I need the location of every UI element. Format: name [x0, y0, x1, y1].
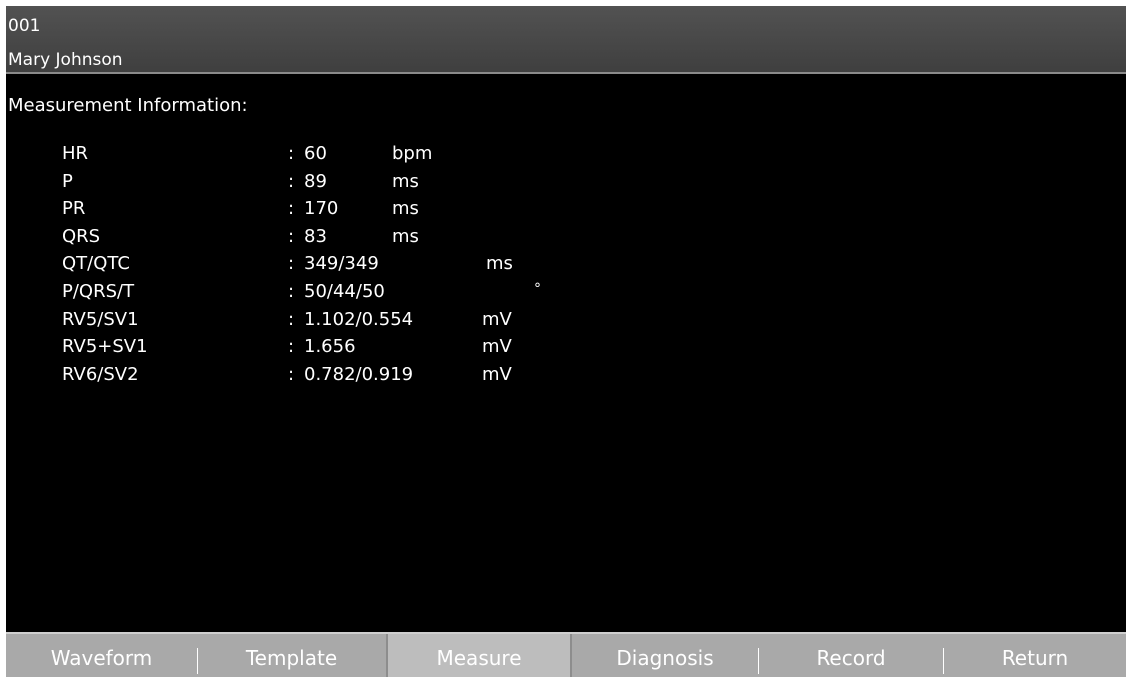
measurement-label: PR: [62, 198, 86, 220]
measurement-label: RV5+SV1: [62, 336, 148, 358]
tab-measure[interactable]: Measure: [386, 634, 572, 677]
measurement-colon: :: [288, 253, 295, 275]
patient-id: 001: [8, 16, 41, 36]
measurement-row-axis: P/QRS/T : 50/44/50 °: [6, 278, 1126, 306]
tab-template[interactable]: Template: [198, 634, 385, 677]
measurement-colon: :: [288, 280, 295, 302]
measurement-unit: mV: [482, 308, 512, 330]
measurement-label: QRS: [62, 225, 101, 247]
measurement-colon: :: [288, 143, 295, 164]
measurement-row-hr: HR : 60 bpm: [6, 140, 1126, 168]
measurement-unit: ms: [392, 170, 419, 192]
measurement-colon: :: [288, 336, 295, 358]
bottom-toolbar: Waveform Template Measure Diagnosis Reco…: [6, 632, 1126, 677]
measurement-label: QT/QTC: [62, 253, 130, 275]
measurement-label: HR: [62, 143, 89, 164]
measurement-label: RV5/SV1: [62, 308, 139, 330]
measurement-label: RV6/SV2: [62, 363, 139, 385]
measurement-unit: bpm: [392, 143, 433, 164]
patient-header: 001 Mary Johnson: [6, 6, 1126, 74]
measurement-colon: :: [288, 308, 295, 330]
measurement-row-rv5-sv1: RV5/SV1 : 1.102/0.554 mV: [6, 306, 1126, 334]
measurement-value: 170: [304, 198, 339, 220]
measurement-value: 1.102/0.554: [304, 308, 414, 330]
measurement-row-p: P : 89 ms: [6, 168, 1126, 196]
measurement-unit: ms: [392, 198, 419, 220]
tab-diagnosis[interactable]: Diagnosis: [572, 634, 758, 677]
measurement-colon: :: [288, 170, 295, 192]
measurement-value: 83: [304, 225, 327, 247]
measurement-row-rv5-plus-sv1: RV5+SV1 : 1.656 mV: [6, 333, 1126, 361]
measurement-row-rv6-sv2: RV6/SV2 : 0.782/0.919 mV: [6, 361, 1126, 389]
section-title: Measurement Information:: [8, 95, 248, 116]
measurement-row-pr: PR : 170 ms: [6, 195, 1126, 223]
measurement-list: HR : 60 bpm P : 89 ms PR : 170 ms QRS : …: [6, 140, 1126, 388]
measurement-value: 60: [304, 143, 327, 164]
measurement-colon: :: [288, 363, 295, 385]
measurement-value: 349/349: [304, 253, 379, 275]
measurement-unit: mV: [482, 336, 512, 358]
measurement-value: 89: [304, 170, 327, 192]
measurement-value: 50/44/50: [304, 280, 385, 302]
degree-icon: °: [534, 280, 541, 297]
measurement-row-qt-qtc: QT/QTC : 349/349 ms: [6, 250, 1126, 278]
ecg-screen: 001 Mary Johnson Measurement Information…: [6, 6, 1126, 677]
measurement-value: 1.656: [304, 336, 356, 358]
measurement-colon: :: [288, 198, 295, 220]
measurement-label: P/QRS/T: [62, 280, 135, 302]
measurement-unit: ms: [392, 225, 419, 247]
tab-return[interactable]: Return: [944, 634, 1126, 677]
measurement-value: 0.782/0.919: [304, 363, 414, 385]
measurement-colon: :: [288, 225, 295, 247]
patient-name: Mary Johnson: [8, 50, 123, 70]
measurement-row-qrs: QRS : 83 ms: [6, 223, 1126, 251]
tab-waveform[interactable]: Waveform: [6, 634, 197, 677]
measurement-unit: ms: [486, 253, 513, 275]
measurement-unit: mV: [482, 363, 512, 385]
tab-record[interactable]: Record: [759, 634, 943, 677]
measurement-label: P: [62, 170, 73, 192]
